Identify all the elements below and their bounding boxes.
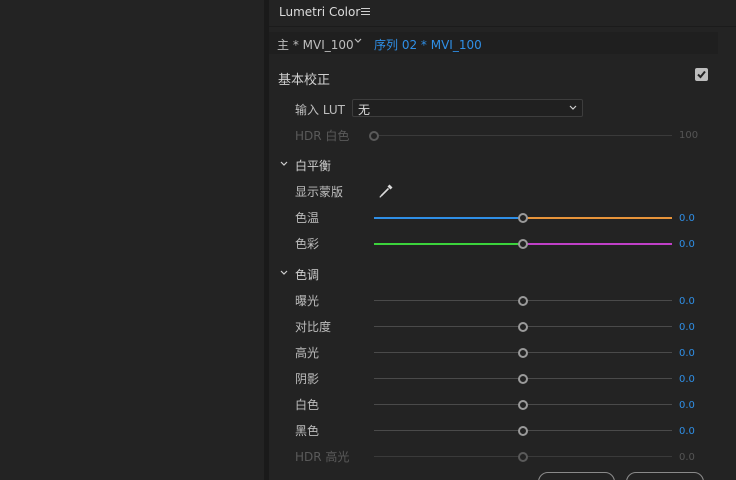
eyedropper-icon[interactable] — [378, 183, 394, 199]
input-lut-value: 无 — [358, 103, 371, 117]
tint-magenta-segment — [523, 243, 672, 245]
slider-thumb[interactable] — [518, 296, 528, 306]
panel-title: Lumetri Color — [279, 5, 361, 19]
chevron-down-icon[interactable] — [279, 159, 289, 169]
chevron-down-icon[interactable] — [279, 268, 289, 278]
temperature-label: 色温 — [295, 211, 320, 225]
tint-slider[interactable] — [374, 239, 672, 249]
white-balance-title[interactable]: 白平衡 — [295, 157, 331, 174]
temperature-value[interactable]: 0.0 — [679, 213, 695, 224]
slider-thumb[interactable] — [518, 239, 528, 249]
slider-thumb[interactable] — [518, 348, 528, 358]
lumetri-color-panel: Lumetri Color 主 * MVI_100 序列 02 * MVI_10… — [269, 0, 736, 480]
hdr-highlights-value[interactable]: 0.0 — [679, 452, 695, 463]
shadows-slider[interactable] — [374, 374, 672, 384]
left-empty-panel — [0, 0, 264, 480]
whites-slider[interactable] — [374, 400, 672, 410]
temperature-cool-segment — [374, 217, 523, 219]
chevron-down-icon — [569, 105, 577, 110]
slider-thumb[interactable] — [518, 322, 528, 332]
exposure-value[interactable]: 0.0 — [679, 296, 695, 307]
blacks-value[interactable]: 0.0 — [679, 426, 695, 437]
sequence-clip-link[interactable]: 序列 02 * MVI_100 — [374, 36, 482, 53]
auto-button[interactable] — [626, 472, 704, 480]
show-mask-label: 显示蒙版 — [295, 185, 344, 199]
tint-value[interactable]: 0.0 — [679, 239, 695, 250]
hdr-highlights-slider[interactable] — [374, 452, 672, 462]
contrast-slider[interactable] — [374, 322, 672, 332]
slider-track — [374, 135, 672, 136]
basic-correction-checkbox[interactable] — [695, 68, 708, 81]
input-lut-dropdown[interactable]: 无 — [352, 99, 583, 117]
shadows-label: 阴影 — [295, 372, 320, 386]
temperature-slider[interactable] — [374, 213, 672, 223]
tint-label: 色彩 — [295, 237, 320, 251]
exposure-slider[interactable] — [374, 296, 672, 306]
hdr-white-label: HDR 白色 — [295, 129, 350, 143]
panel-header: Lumetri Color — [269, 0, 736, 27]
tone-title[interactable]: 色调 — [295, 266, 319, 283]
shadows-value[interactable]: 0.0 — [679, 374, 695, 385]
whites-label: 白色 — [295, 398, 320, 412]
slider-thumb[interactable] — [518, 426, 528, 436]
highlights-label: 高光 — [295, 346, 320, 360]
reset-button[interactable] — [538, 472, 615, 480]
slider-thumb[interactable] — [518, 374, 528, 384]
exposure-label: 曝光 — [295, 294, 320, 308]
hdr-white-value[interactable]: 100 — [679, 130, 698, 141]
slider-thumb[interactable] — [518, 400, 528, 410]
checkmark-icon — [697, 70, 706, 79]
hdr-highlights-label: HDR 高光 — [295, 450, 350, 464]
tint-green-segment — [374, 243, 523, 245]
basic-correction-title[interactable]: 基本校正 — [278, 69, 330, 88]
hamburger-menu-icon[interactable] — [361, 6, 370, 18]
chevron-down-icon[interactable] — [353, 36, 363, 46]
slider-thumb[interactable] — [518, 213, 528, 223]
blacks-slider[interactable] — [374, 426, 672, 436]
contrast-label: 对比度 — [295, 320, 332, 334]
input-lut-label: 输入 LUT — [295, 103, 346, 117]
blacks-label: 黑色 — [295, 424, 320, 438]
temperature-warm-segment — [523, 217, 672, 219]
whites-value[interactable]: 0.0 — [679, 400, 695, 411]
clip-selector-bar: 主 * MVI_100 序列 02 * MVI_100 — [269, 32, 718, 54]
highlights-value[interactable]: 0.0 — [679, 348, 695, 359]
master-clip-label[interactable]: 主 * MVI_100 — [277, 36, 354, 53]
slider-thumb[interactable] — [518, 452, 528, 462]
slider-thumb[interactable] — [369, 131, 379, 141]
highlights-slider[interactable] — [374, 348, 672, 358]
hdr-white-slider[interactable] — [369, 131, 672, 141]
contrast-value[interactable]: 0.0 — [679, 322, 695, 333]
